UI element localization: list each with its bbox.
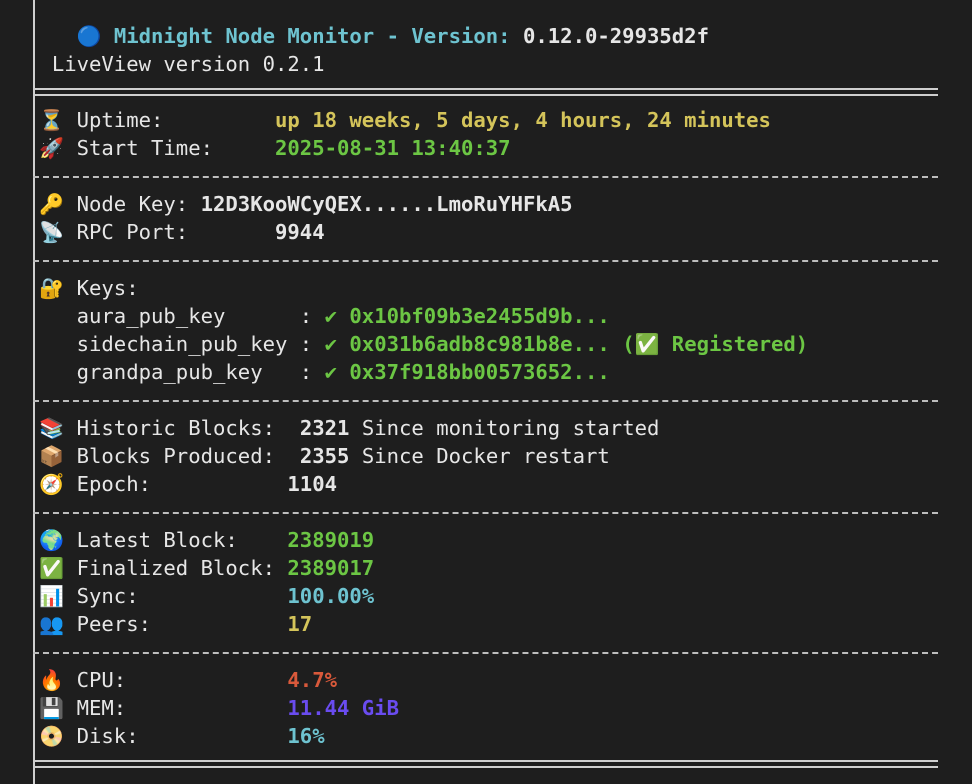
- historic-blocks-note: Since monitoring started: [361, 416, 660, 440]
- double-separator: [33, 88, 938, 96]
- separator: [33, 260, 938, 262]
- check-icon: ✔: [324, 360, 337, 384]
- blocks-produced-row: 📦 Blocks Produced: 2355 Since Docker res…: [27, 442, 610, 470]
- satellite-dish-icon: 📡: [39, 220, 65, 244]
- version-value: 0.12.0-29935d2f: [522, 24, 709, 48]
- disk-row: 📀 Disk: 16%: [27, 722, 325, 750]
- lock-key-icon: 🔐: [39, 276, 65, 300]
- key-row: grandpa_pub_key : ✔ 0x37f918bb00573652..…: [76, 360, 610, 384]
- epoch-value: 1104: [287, 472, 338, 496]
- mem-row: 💾 MEM: 11.44 GiB: [27, 694, 399, 722]
- separator: [33, 652, 938, 654]
- compass-icon: 🧭: [39, 472, 65, 496]
- latest-block-value: 2389019: [287, 528, 375, 552]
- historic-blocks-value: 2321: [299, 416, 350, 440]
- historic-blocks-row: 📚 Historic Blocks: 2321 Since monitoring…: [27, 414, 659, 442]
- uptime-label: Uptime:: [76, 108, 164, 132]
- node-key-row: 🔑 Node Key: 12D3KooWCyQEX......LmoRuYHFk…: [27, 190, 573, 218]
- people-icon: 👥: [39, 612, 65, 636]
- fire-icon: 🔥: [39, 668, 65, 692]
- cpu-value: 4.7%: [287, 668, 338, 692]
- cpu-row: 🔥 CPU: 4.7%: [27, 666, 337, 694]
- node-key-label: Node Key:: [76, 192, 189, 216]
- key-name: grandpa_pub_key: [76, 360, 288, 384]
- terminal-window: 🔵 Midnight Node Monitor - Version: 0.12.…: [0, 0, 972, 784]
- hourglass-icon: ⏳: [39, 108, 65, 132]
- mem-label: MEM:: [76, 696, 127, 720]
- dvd-icon: 📀: [39, 724, 65, 748]
- key-value: 0x10bf09b3e2455d9b...: [349, 304, 610, 328]
- check-icon: ✔: [324, 332, 337, 356]
- separator: [33, 176, 938, 178]
- separator: [33, 512, 938, 514]
- liveview-line: LiveView version 0.2.1: [27, 50, 325, 78]
- blocks-produced-value: 2355: [299, 444, 350, 468]
- peers-row: 👥 Peers: 17: [27, 610, 312, 638]
- check-mark-button-icon: ✅: [634, 332, 660, 356]
- finalized-block-row: ✅ Finalized Block: 2389017: [27, 554, 374, 582]
- keys-heading-row: 🔐 Keys:: [27, 274, 139, 302]
- check-mark-button-icon: ✅: [39, 556, 65, 580]
- key-name: sidechain_pub_key: [76, 332, 288, 356]
- bar-chart-icon: 📊: [39, 584, 65, 608]
- epoch-label: Epoch:: [76, 472, 152, 496]
- sync-row: 📊 Sync: 100.00%: [27, 582, 374, 610]
- key-row: aura_pub_key : ✔ 0x10bf09b3e2455d9b...: [76, 304, 610, 328]
- keys-heading: Keys:: [76, 276, 139, 300]
- latest-block-label: Latest Block:: [76, 528, 238, 552]
- key-name: aura_pub_key: [76, 304, 288, 328]
- finalized-block-value: 2389017: [287, 556, 375, 580]
- double-separator: [33, 760, 938, 768]
- disk-value: 16%: [287, 724, 325, 748]
- peers-label: Peers:: [76, 612, 152, 636]
- liveview-version: LiveView version 0.2.1: [51, 52, 325, 76]
- globe-icon: 🌍: [39, 528, 65, 552]
- latest-block-row: 🌍 Latest Block: 2389019: [27, 526, 374, 554]
- sync-label: Sync:: [76, 584, 139, 608]
- finalized-block-label: Finalized Block:: [76, 556, 275, 580]
- check-icon: ✔: [324, 304, 337, 328]
- uptime-value: up 18 weeks, 5 days, 4 hours, 24 minutes: [275, 108, 771, 132]
- cpu-label: CPU:: [76, 668, 127, 692]
- historic-blocks-label: Historic Blocks:: [76, 416, 275, 440]
- package-icon: 📦: [39, 444, 65, 468]
- blue-circle-icon: 🔵: [76, 24, 102, 48]
- title-prefix: Midnight Node Monitor - Version:: [113, 24, 511, 48]
- mem-value: 11.44 GiB: [287, 696, 399, 720]
- start-time-value: 2025-08-31 13:40:37: [275, 136, 511, 160]
- blocks-produced-note: Since Docker restart: [361, 444, 610, 468]
- key-value: 0x031b6adb8c981b8e...: [349, 332, 610, 356]
- blocks-produced-label: Blocks Produced:: [76, 444, 275, 468]
- start-time-row: 🚀 Start Time: 2025-08-31 13:40:37: [27, 134, 511, 162]
- key-icon: 🔑: [39, 192, 65, 216]
- books-icon: 📚: [39, 416, 65, 440]
- disk-label: Disk:: [76, 724, 139, 748]
- floppy-disk-icon: 💾: [39, 696, 65, 720]
- rpc-port-value: 9944: [275, 220, 325, 244]
- key-value: 0x37f918bb00573652...: [349, 360, 610, 384]
- rpc-port-row: 📡 RPC Port: 9944: [27, 218, 325, 246]
- registered-status: Registered): [671, 332, 809, 356]
- sync-value: 100.00%: [287, 584, 375, 608]
- node-key-value: 12D3KooWCyQEX......LmoRuYHFkA5: [200, 192, 573, 216]
- rocket-icon: 🚀: [39, 136, 65, 160]
- header-title-line: 🔵 Midnight Node Monitor - Version: 0.12.…: [27, 22, 709, 50]
- key-row: sidechain_pub_key : ✔ 0x031b6adb8c981b8e…: [76, 332, 809, 356]
- start-time-label: Start Time:: [76, 136, 213, 160]
- uptime-row: ⏳ Uptime: up 18 weeks, 5 days, 4 hours, …: [27, 106, 771, 134]
- separator: [33, 400, 938, 402]
- rpc-port-label: RPC Port:: [76, 220, 189, 244]
- peers-value: 17: [287, 612, 313, 636]
- epoch-row: 🧭 Epoch: 1104: [27, 470, 337, 498]
